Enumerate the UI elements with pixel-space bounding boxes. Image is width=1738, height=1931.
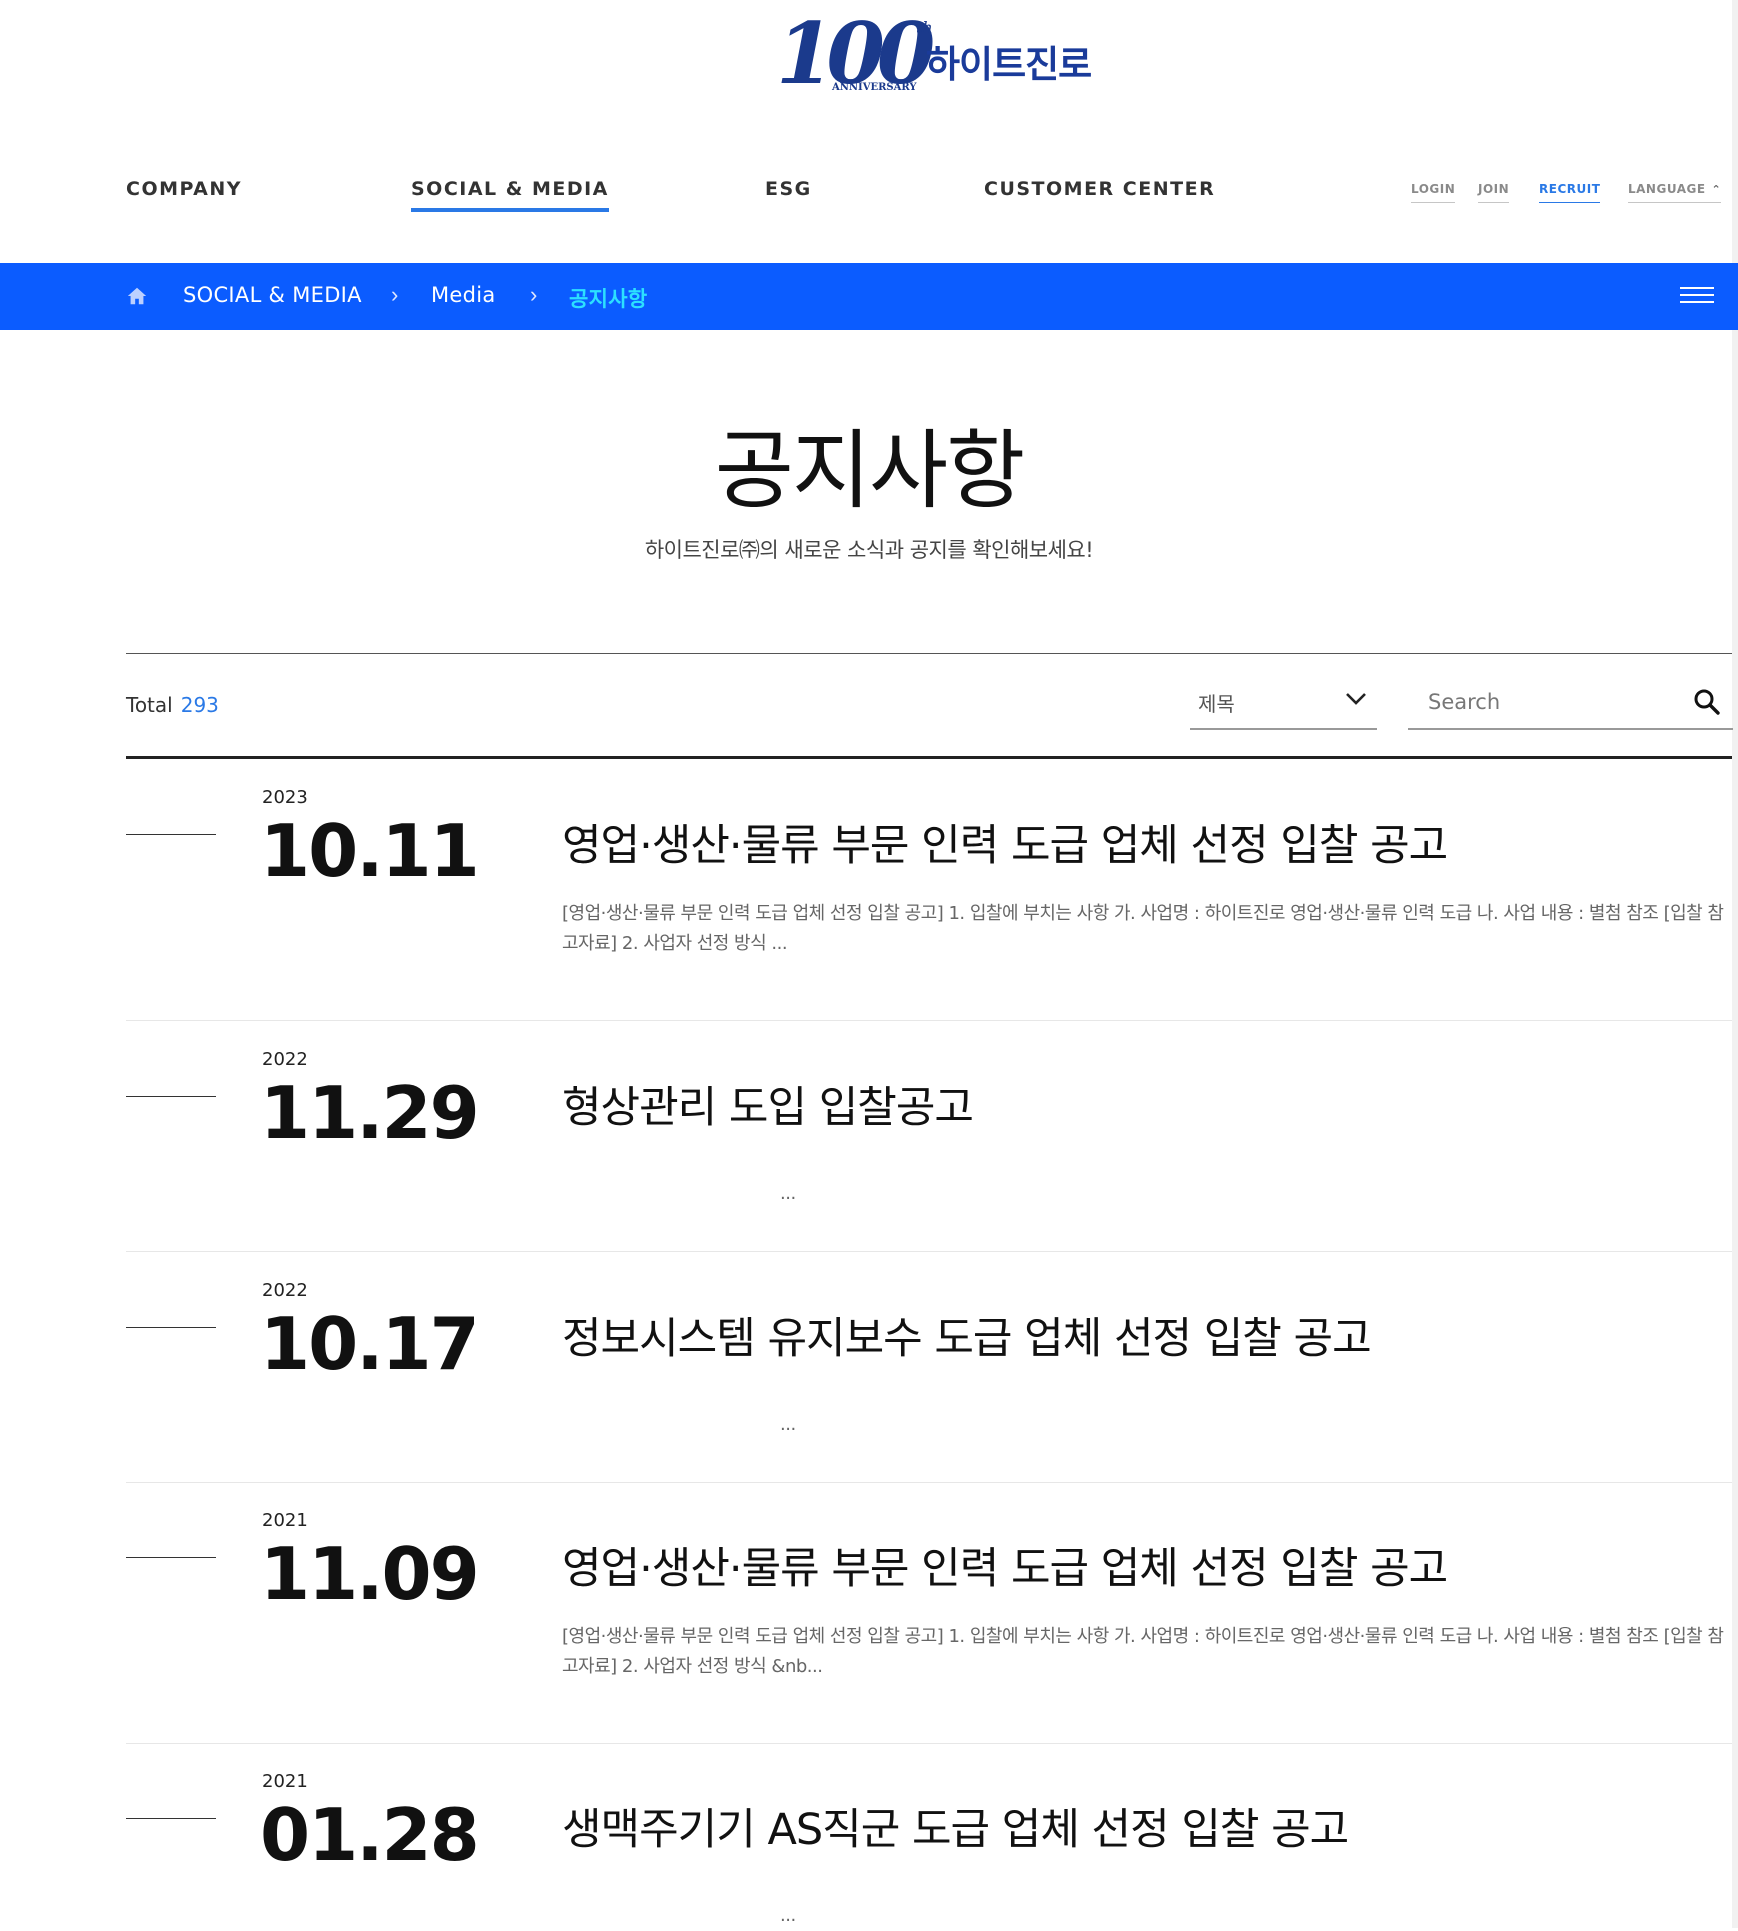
notice-year: 2022 — [262, 1049, 308, 1070]
row-dash — [126, 1557, 216, 1558]
notice-list-item[interactable]: 2022 11.29 형상관리 도입 입찰공고 ... — [126, 1021, 1732, 1252]
notice-year: 2023 — [262, 787, 308, 808]
search-filter-select[interactable]: 제목 — [1190, 678, 1377, 730]
notice-title[interactable]: 형상관리 도입 입찰공고 — [562, 1073, 974, 1135]
nav-esg[interactable]: ESG — [765, 178, 812, 208]
logo-subtext: ANNIVERSARY — [832, 82, 917, 93]
chevron-up-icon: ⌃ — [1711, 183, 1722, 196]
nav-customer-center[interactable]: CUSTOMER CENTER — [984, 178, 1215, 208]
total-label: Total — [126, 693, 173, 717]
breadcrumb: SOCIAL & MEDIA › Media › 공지사항 — [0, 263, 1738, 330]
divider — [126, 653, 1732, 654]
recruit-link[interactable]: RECRUIT — [1539, 182, 1601, 203]
notice-summary: [영업·생산·물류 부문 인력 도급 업체 선정 입찰 공고] 1. 입찰에 부… — [562, 903, 1724, 954]
total-number: 293 — [180, 693, 219, 717]
notice-date: 01.28 — [260, 1793, 480, 1877]
breadcrumb-social-media[interactable]: SOCIAL & MEDIA — [183, 283, 362, 307]
notice-title[interactable]: 정보시스템 유지보수 도급 업체 선정 입찰 공고 — [562, 1304, 1372, 1366]
notice-list-item[interactable]: 2023 10.11 영업·생산·물류 부문 인력 도급 업체 선정 입찰 공고… — [126, 759, 1732, 1021]
chevron-right-icon: › — [530, 282, 538, 307]
join-link[interactable]: JOIN — [1478, 182, 1510, 203]
notice-title[interactable]: 영업·생산·물류 부문 인력 도급 업체 선정 입찰 공고 — [562, 811, 1448, 873]
language-selector[interactable]: LANGUAGE ⌃ — [1628, 182, 1722, 203]
logo-brand: 하이트진로 — [926, 43, 1092, 86]
row-dash — [126, 1096, 216, 1097]
search-icon[interactable] — [1693, 688, 1721, 716]
notice-summary: ... — [780, 1183, 796, 1204]
notice-date: 10.17 — [260, 1302, 480, 1386]
notice-list-item[interactable]: 2021 11.09 영업·생산·물류 부문 인력 도급 업체 선정 입찰 공고… — [126, 1482, 1732, 1744]
notice-summary: ... — [780, 1414, 796, 1435]
breadcrumb-current[interactable]: 공지사항 — [569, 283, 647, 313]
page-title: 공지사항 — [714, 421, 1025, 521]
language-label: LANGUAGE — [1628, 182, 1706, 196]
chevron-right-icon: › — [391, 282, 399, 307]
hamburger-menu-icon[interactable] — [1680, 287, 1714, 307]
row-dash — [126, 1327, 216, 1328]
main-navigation: COMPANY SOCIAL & MEDIA ESG CUSTOMER CENT… — [126, 160, 1738, 220]
login-link[interactable]: LOGIN — [1411, 182, 1456, 203]
notice-year: 2021 — [262, 1771, 308, 1792]
notice-date: 10.11 — [260, 809, 480, 893]
nav-social-media[interactable]: SOCIAL & MEDIA — [411, 178, 609, 212]
row-dash — [126, 1818, 216, 1819]
page-subtitle: 하이트진로㈜의 새로운 소식과 공지를 확인해보세요! — [644, 538, 1094, 562]
notice-title[interactable]: 영업·생산·물류 부문 인력 도급 업체 선정 입찰 공고 — [562, 1534, 1448, 1596]
total-count: Total 293 — [126, 693, 219, 717]
site-logo[interactable]: 100 th ANNIVERSARY 하이트진로 — [776, 12, 1094, 102]
filter-selected-value: 제목 — [1198, 692, 1235, 716]
search-box — [1408, 678, 1733, 730]
notice-date: 11.29 — [260, 1071, 480, 1155]
nav-company[interactable]: COMPANY — [126, 178, 242, 208]
notice-date: 11.09 — [260, 1532, 480, 1616]
notice-title[interactable]: 생맥주기기 AS직군 도급 업체 선정 입찰 공고 — [562, 1795, 1349, 1857]
home-icon[interactable] — [126, 285, 148, 307]
notice-year: 2022 — [262, 1280, 308, 1301]
notice-summary: [영업·생산·물류 부문 인력 도급 업체 선정 입찰 공고] 1. 입찰에 부… — [562, 1626, 1724, 1677]
chevron-down-icon — [1346, 693, 1366, 705]
row-dash — [126, 834, 216, 835]
notice-list-item[interactable]: 2021 01.28 생맥주기기 AS직군 도급 업체 선정 입찰 공고 ... — [126, 1743, 1732, 1928]
notice-year: 2021 — [262, 1510, 308, 1531]
search-input[interactable] — [1426, 686, 1670, 718]
breadcrumb-media[interactable]: Media — [431, 283, 496, 307]
notice-summary: ... — [780, 1905, 796, 1926]
notice-list-item[interactable]: 2022 10.17 정보시스템 유지보수 도급 업체 선정 입찰 공고 ... — [126, 1252, 1732, 1483]
